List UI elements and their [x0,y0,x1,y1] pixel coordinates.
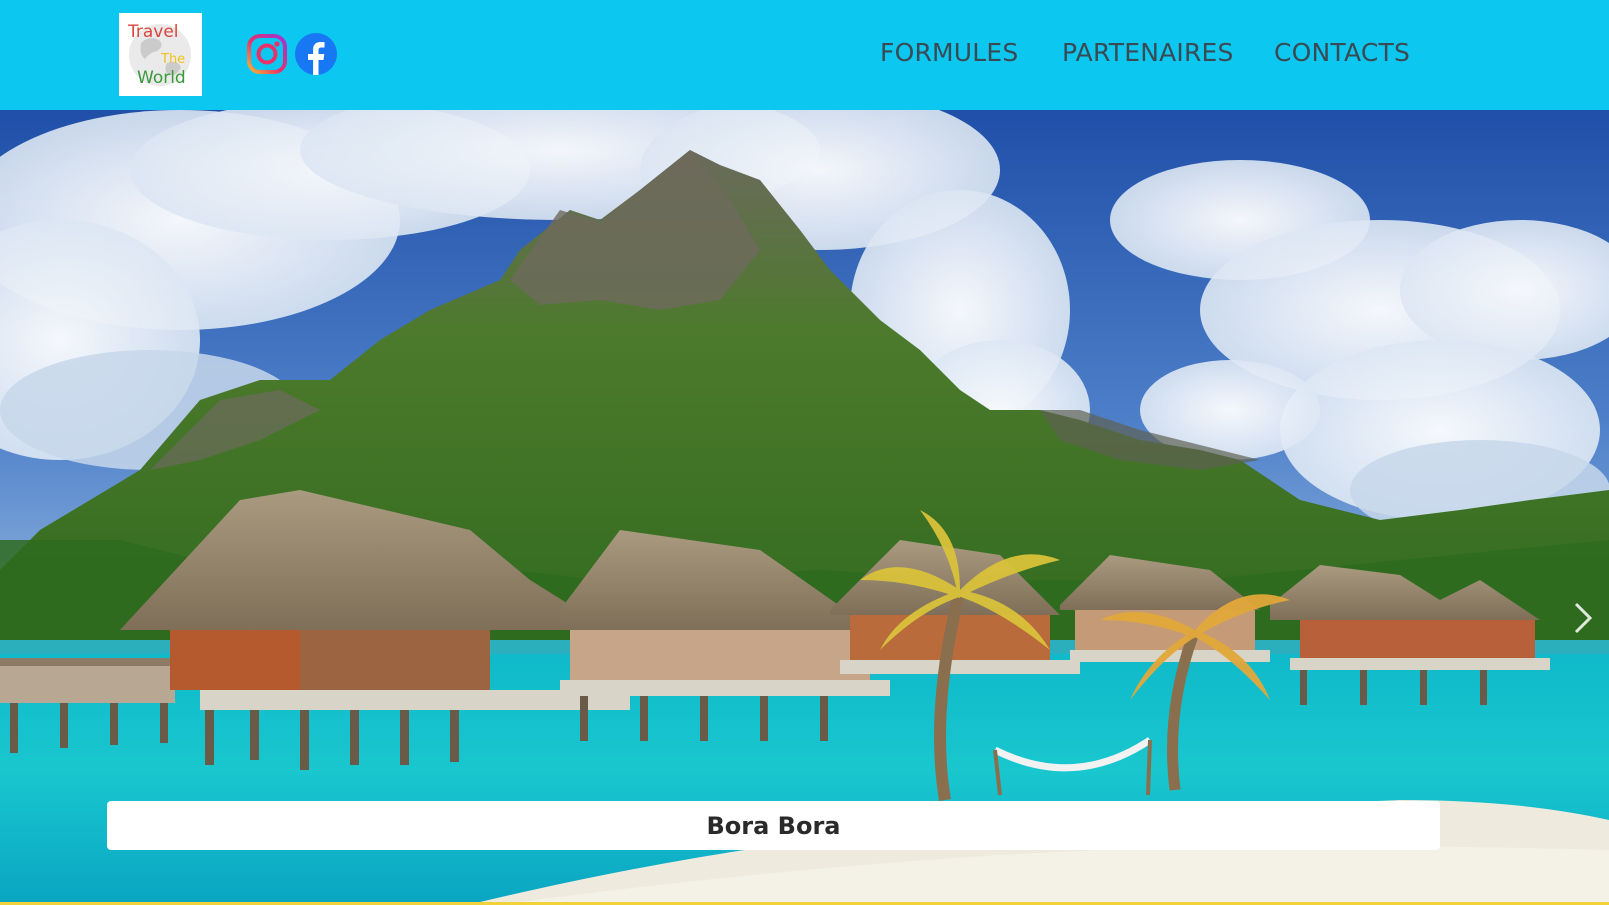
nav-contacts[interactable]: CONTACTS [1274,38,1410,67]
main-nav: FORMULES PARTENAIRES CONTACTS [0,0,1609,110]
site-header: Travel The World FORMULES PARTENAIRES CO… [0,0,1609,110]
chevron-right-icon [1574,602,1593,634]
hero-slideshow [0,110,1609,902]
slide-caption-text: Bora Bora [706,811,841,840]
hero-image [0,110,1609,902]
nav-partenaires[interactable]: PARTENAIRES [1062,38,1234,67]
next-slide-button[interactable] [1570,600,1596,636]
slide-caption: Bora Bora [107,801,1440,850]
nav-formules[interactable]: FORMULES [880,38,1019,67]
